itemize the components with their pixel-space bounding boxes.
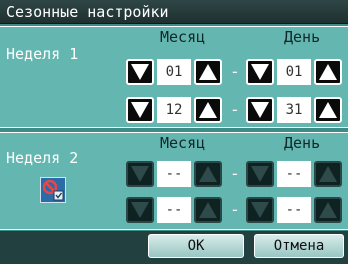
week2-start-month-up-button[interactable] [194, 161, 222, 187]
arrow-up-icon [319, 166, 337, 182]
arrow-down-icon [131, 202, 149, 218]
arrow-down-icon [131, 166, 149, 182]
arrow-down-icon [131, 64, 149, 80]
week2-end-day-up-button[interactable] [314, 197, 342, 223]
window-title: Сезонные настройки [0, 0, 348, 24]
week2-end-day-down-button[interactable] [246, 197, 274, 223]
arrow-up-icon [319, 202, 337, 218]
week2-month-header: Месяц [160, 134, 206, 152]
arrow-up-icon [199, 102, 217, 118]
week2-panel: Неделя 2 Месяц День -- - -- -- - -- [0, 132, 348, 230]
week2-start-month-value: -- [157, 161, 191, 187]
week1-start-day-up-button[interactable] [314, 59, 342, 85]
week1-end-month-value: 12 [157, 97, 191, 123]
arrow-down-icon [251, 102, 269, 118]
week2-start-day-value: -- [277, 161, 311, 187]
week2-end-day-value: -- [277, 197, 311, 223]
arrow-up-icon [199, 202, 217, 218]
week2-end-month-down-button[interactable] [126, 197, 154, 223]
week1-start-separator: - [230, 62, 240, 81]
week2-label: Неделя 2 [6, 149, 79, 167]
week1-end-month-down-button[interactable] [126, 97, 154, 123]
week1-start-month-value: 01 [157, 59, 191, 85]
week1-label: Неделя 1 [6, 45, 79, 63]
footer-bar: OK Отмена [0, 231, 348, 264]
week1-end-day-down-button[interactable] [246, 97, 274, 123]
week2-start-day-down-button[interactable] [246, 161, 274, 187]
week1-end-separator: - [230, 100, 240, 119]
week1-start-day-down-button[interactable] [246, 59, 274, 85]
week2-start-month-down-button[interactable] [126, 161, 154, 187]
arrow-up-icon [199, 166, 217, 182]
arrow-up-icon [199, 64, 217, 80]
week2-end-separator: - [230, 200, 240, 219]
week2-end-month-value: -- [157, 197, 191, 223]
cancel-button[interactable]: Отмена [254, 234, 344, 258]
week2-start-separator: - [230, 164, 240, 183]
arrow-down-icon [251, 166, 269, 182]
disabled-status-icon[interactable] [40, 177, 66, 203]
week1-panel: Неделя 1 Месяц День 01 - 01 12 - 31 [0, 26, 348, 128]
week1-start-month-up-button[interactable] [194, 59, 222, 85]
week2-start-day-up-button[interactable] [314, 161, 342, 187]
week1-end-day-value: 31 [277, 97, 311, 123]
week1-start-month-down-button[interactable] [126, 59, 154, 85]
week2-day-header: День [284, 134, 321, 152]
week1-end-day-up-button[interactable] [314, 97, 342, 123]
arrow-down-icon [251, 64, 269, 80]
week1-start-day-value: 01 [277, 59, 311, 85]
week1-day-header: День [284, 28, 321, 46]
week2-end-month-up-button[interactable] [194, 197, 222, 223]
no-entry-icon [42, 179, 64, 201]
ok-button[interactable]: OK [148, 234, 244, 258]
arrow-down-icon [131, 102, 149, 118]
arrow-down-icon [251, 202, 269, 218]
week1-end-month-up-button[interactable] [194, 97, 222, 123]
week1-month-header: Месяц [160, 28, 206, 46]
arrow-up-icon [319, 102, 337, 118]
arrow-up-icon [319, 64, 337, 80]
